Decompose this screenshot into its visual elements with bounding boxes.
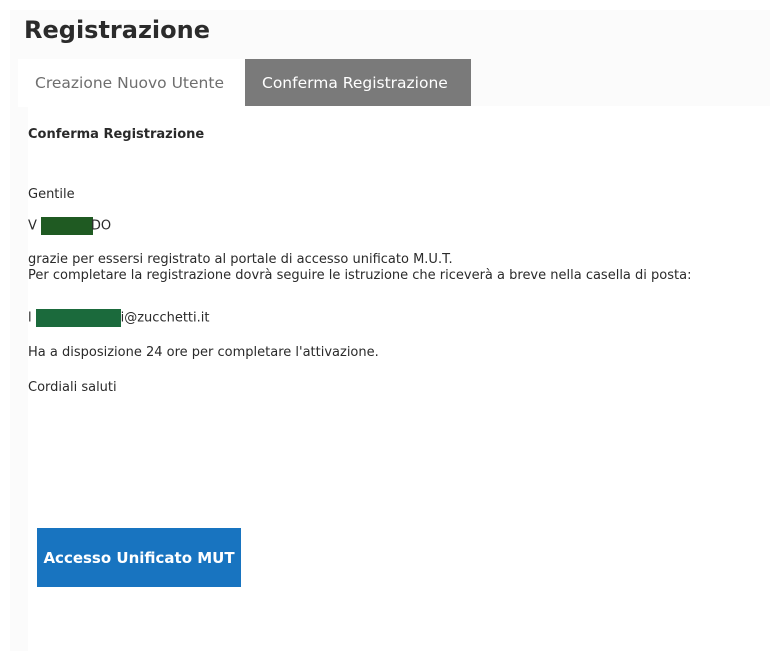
recipient-email: l i@zucchetti.it: [28, 309, 209, 327]
recipient-name-suffix: DO: [90, 218, 112, 234]
message-line-1: grazie per essersi registrato al portale…: [28, 252, 453, 267]
greeting-text: Gentile: [28, 187, 75, 202]
redaction-block: [40, 217, 93, 235]
recipient-email-suffix: i@zucchetti.it: [120, 310, 210, 326]
closing-text: Cordiali saluti: [28, 380, 117, 395]
message-line-2: Per completare la registrazione dovrà se…: [28, 268, 692, 283]
registration-panel: Registrazione Creazione Nuovo Utente Con…: [10, 10, 770, 651]
recipient-email-prefix: l: [28, 310, 32, 326]
availability-text: Ha a disposizione 24 ore per completare …: [28, 345, 379, 360]
tab-creazione-nuovo-utente[interactable]: Creazione Nuovo Utente: [18, 59, 245, 107]
tab-bar: Creazione Nuovo Utente Conferma Registra…: [18, 59, 471, 107]
recipient-name: V DO: [28, 217, 111, 235]
redaction-block: [35, 309, 121, 327]
page-title: Registrazione: [24, 16, 210, 44]
confirmation-content: Conferma Registrazione Gentile V DO grazi…: [28, 106, 770, 651]
accesso-unificato-mut-button[interactable]: Accesso Unificato MUT: [37, 528, 241, 587]
tab-conferma-registrazione[interactable]: Conferma Registrazione: [245, 59, 471, 107]
section-heading: Conferma Registrazione: [28, 127, 205, 142]
recipient-name-prefix: V: [28, 218, 37, 234]
